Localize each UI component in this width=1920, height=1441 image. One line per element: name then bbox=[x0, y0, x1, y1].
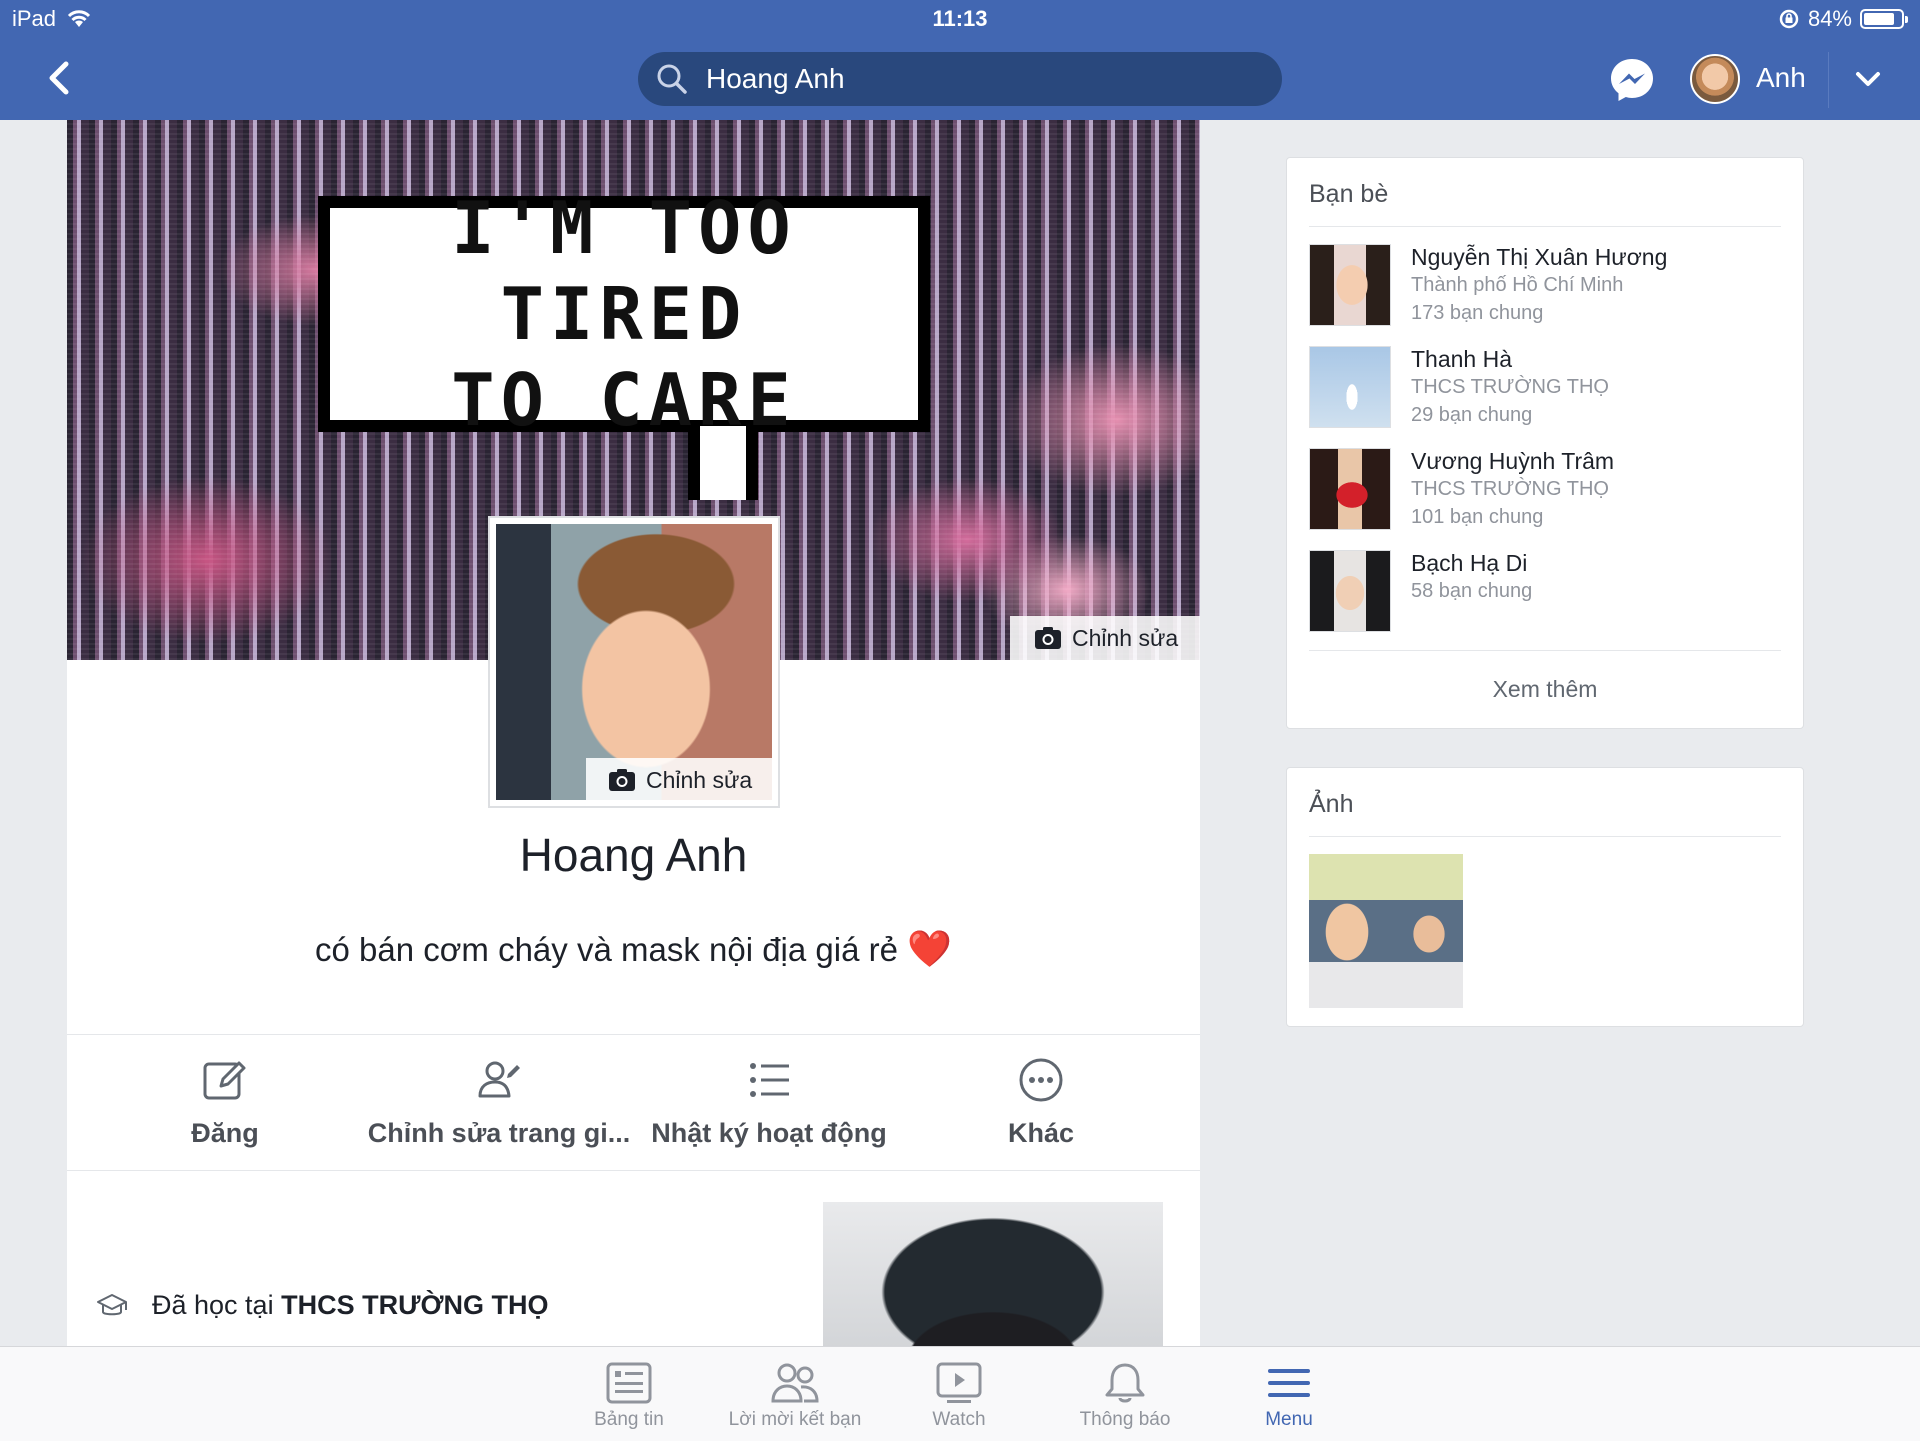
messenger-button[interactable] bbox=[1608, 56, 1656, 104]
photo-thumbnail[interactable] bbox=[1309, 854, 1463, 1008]
friend-name[interactable]: Bạch Hạ Di bbox=[1411, 550, 1527, 577]
profile-bio-text: có bán cơm cháy và mask nội địa giá rẻ bbox=[315, 931, 898, 968]
friend-item[interactable]: Bạch Hạ Di 58 bạn chung bbox=[1309, 550, 1779, 636]
account-menu-button[interactable] bbox=[1848, 64, 1888, 96]
cover-speech-bubble-tail bbox=[688, 426, 758, 500]
tab-friend-requests[interactable]: Lời mời kết bạn bbox=[710, 1361, 880, 1431]
more-icon bbox=[1019, 1058, 1063, 1102]
friends-divider bbox=[1309, 226, 1781, 227]
cover-text-line1: I'M TOO TIRED bbox=[451, 186, 797, 356]
graduation-cap-icon bbox=[97, 1293, 127, 1315]
activity-log-label: Nhật ký hoạt động bbox=[651, 1118, 887, 1148]
cover-text-line2: TO CARE bbox=[451, 358, 797, 442]
camera-icon bbox=[609, 769, 635, 791]
tab-notifications-label: Thông báo bbox=[1079, 1409, 1171, 1430]
post-label: Đăng bbox=[191, 1118, 259, 1148]
tab-news-feed[interactable]: Bảng tin bbox=[544, 1361, 714, 1431]
friends-footer-divider bbox=[1309, 650, 1781, 651]
edit-profile-icon bbox=[478, 1061, 520, 1098]
edit-profile-label: Chỉnh sửa trang gi... bbox=[367, 1118, 631, 1148]
friend-school: THCS TRƯỜNG THỌ bbox=[1411, 478, 1609, 500]
camera-icon bbox=[1035, 627, 1061, 649]
photos-title[interactable]: Ảnh bbox=[1309, 790, 1353, 819]
see-more-friends-link[interactable]: Xem thêm bbox=[1287, 676, 1803, 703]
battery-icon bbox=[1860, 9, 1908, 29]
tab-friend-requests-label: Lời mời kết bạn bbox=[728, 1409, 862, 1430]
chevron-down-icon bbox=[1856, 72, 1880, 86]
user-avatar[interactable] bbox=[1690, 54, 1740, 104]
friend-item[interactable]: Vương Huỳnh Trâm THCS TRƯỜNG THỌ 101 bạn… bbox=[1309, 448, 1779, 534]
edit-profile-picture-button[interactable]: Chỉnh sửa bbox=[586, 758, 776, 802]
friends-title[interactable]: Bạn bè bbox=[1309, 180, 1388, 209]
compose-icon bbox=[203, 1061, 246, 1100]
friend-avatar[interactable] bbox=[1309, 346, 1391, 428]
friend-mutual: 101 bạn chung bbox=[1411, 506, 1544, 528]
friend-avatar[interactable] bbox=[1309, 550, 1391, 632]
edit-profile-button[interactable]: Chỉnh sửa trang gi... bbox=[364, 1056, 634, 1149]
search-bar[interactable] bbox=[638, 52, 1282, 106]
actions-divider-top bbox=[67, 1034, 1200, 1035]
actions-divider-bottom bbox=[67, 1170, 1200, 1171]
featured-photo[interactable] bbox=[823, 1202, 1163, 1348]
education-prefix: Đã học tại bbox=[152, 1290, 282, 1320]
photos-divider bbox=[1309, 836, 1781, 837]
nav-divider bbox=[1828, 52, 1829, 108]
heart-emoji: ❤️ bbox=[907, 928, 952, 969]
notifications-icon bbox=[1105, 1363, 1145, 1403]
search-input[interactable] bbox=[704, 62, 1248, 96]
cover-speech-bubble: I'M TOO TIRED TO CARE bbox=[318, 186, 930, 442]
friend-mutual: 58 bạn chung bbox=[1411, 580, 1533, 602]
friend-item[interactable]: Thanh Hà THCS TRƯỜNG THỌ 29 bạn chung bbox=[1309, 346, 1779, 432]
user-name[interactable]: Anh bbox=[1756, 62, 1806, 94]
more-label: Khác bbox=[1007, 1118, 1075, 1148]
tab-menu-label: Menu bbox=[1265, 1409, 1313, 1430]
status-time: 11:13 bbox=[932, 6, 988, 31]
friend-name[interactable]: Vương Huỳnh Trâm bbox=[1411, 448, 1614, 475]
status-bar-right: 84% bbox=[1778, 6, 1908, 32]
chevron-left-icon bbox=[49, 61, 69, 95]
tab-notifications[interactable]: Thông báo bbox=[1040, 1361, 1210, 1431]
edit-profile-picture-label: Chỉnh sửa bbox=[646, 766, 753, 793]
orientation-lock-icon bbox=[1779, 9, 1799, 29]
news-feed-icon bbox=[606, 1362, 652, 1404]
search-icon bbox=[657, 64, 687, 94]
edit-cover-button[interactable]: Chỉnh sửa bbox=[1010, 616, 1200, 660]
bottom-tab-bar: Bảng tin Lời mời kết bạn Watch Thông báo… bbox=[0, 1346, 1920, 1441]
photos-card: Ảnh bbox=[1286, 767, 1804, 1027]
messenger-icon bbox=[1611, 59, 1653, 101]
friend-avatar[interactable] bbox=[1309, 244, 1391, 326]
edit-cover-label: Chỉnh sửa bbox=[1072, 624, 1179, 651]
tab-watch[interactable]: Watch bbox=[874, 1361, 1044, 1431]
friend-item[interactable]: Nguyễn Thị Xuân Hương Thành phố Hồ Chí M… bbox=[1309, 244, 1779, 330]
activity-log-icon bbox=[750, 1063, 789, 1097]
friend-school: THCS TRƯỜNG THỌ bbox=[1411, 376, 1609, 398]
activity-log-button[interactable]: Nhật ký hoạt động bbox=[634, 1056, 904, 1149]
battery-level bbox=[1864, 13, 1894, 25]
education-school[interactable]: THCS TRƯỜNG THỌ bbox=[281, 1290, 548, 1320]
watch-icon bbox=[936, 1362, 982, 1403]
tab-menu[interactable]: Menu bbox=[1204, 1361, 1374, 1431]
friends-card: Bạn bè Nguyễn Thị Xuân Hương Thành phố H… bbox=[1286, 157, 1804, 729]
education-text: Đã học tại THCS TRƯỜNG THỌ bbox=[152, 1290, 549, 1321]
profile-bio: có bán cơm cháy và mask nội địa giá rẻ ❤… bbox=[67, 928, 1200, 970]
friend-mutual: 29 bạn chung bbox=[1411, 404, 1533, 426]
post-button[interactable]: Đăng bbox=[90, 1056, 360, 1149]
menu-icon bbox=[1268, 1369, 1310, 1397]
back-button[interactable] bbox=[42, 58, 78, 98]
friend-avatar[interactable] bbox=[1309, 448, 1391, 530]
tab-watch-label: Watch bbox=[932, 1409, 986, 1430]
more-button[interactable]: Khác bbox=[906, 1056, 1176, 1149]
friend-mutual: 173 bạn chung bbox=[1411, 302, 1544, 324]
tab-news-feed-label: Bảng tin bbox=[594, 1409, 664, 1430]
education-info: Đã học tại THCS TRƯỜNG THỌ bbox=[96, 1290, 549, 1321]
friend-name[interactable]: Thanh Hà bbox=[1411, 346, 1512, 373]
profile-name: Hoang Anh bbox=[519, 829, 748, 881]
battery-percent: 84% bbox=[1807, 6, 1852, 31]
friend-requests-icon bbox=[771, 1363, 819, 1403]
friend-name[interactable]: Nguyễn Thị Xuân Hương bbox=[1411, 244, 1667, 271]
friend-location: Thành phố Hồ Chí Minh bbox=[1411, 274, 1624, 296]
